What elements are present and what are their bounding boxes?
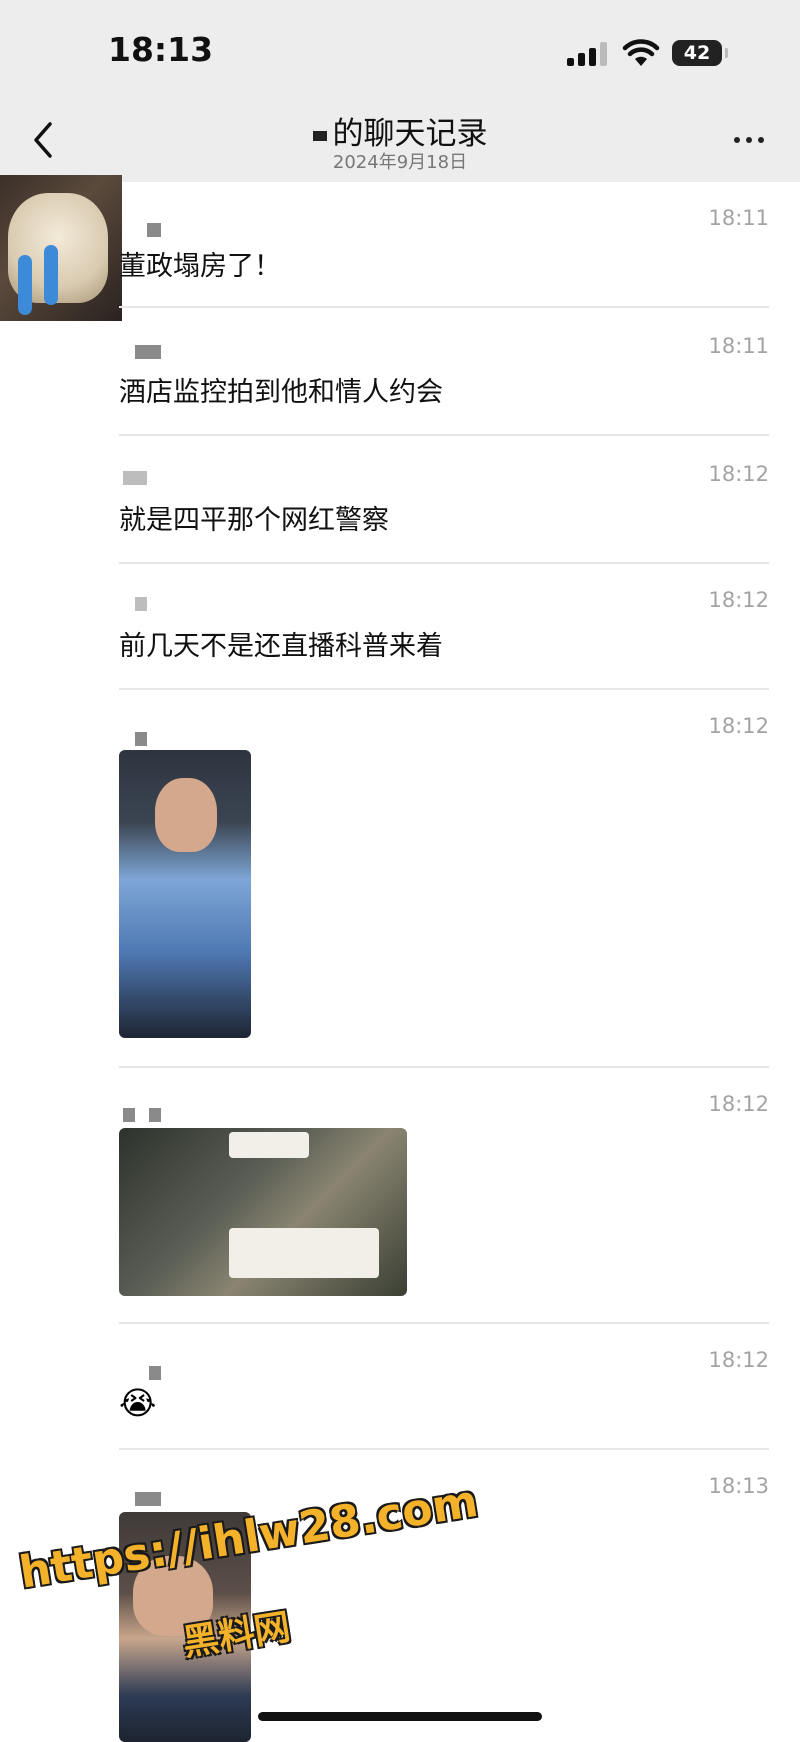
image-bed [229,1228,379,1278]
cellular-signal-icon [567,42,607,66]
wifi-icon [622,39,660,66]
message-item[interactable]: 18:11 董政塌房了！ [119,192,769,308]
page-subtitle: 2024年9月18日 [332,152,468,173]
tear-icon [18,255,32,315]
battery-icon: 42 [672,40,728,66]
message-item[interactable]: 18:12 [119,690,769,1068]
watermark: https://ihlw28.com 黑料网 [16,1476,481,1664]
nav-bar: 的聊天记录 2024年9月18日 [0,100,800,182]
more-options-button[interactable] [734,137,764,143]
message-time: 18:11 [708,206,769,230]
watermark-name: 黑料网 [180,1606,294,1665]
status-time: 18:13 [108,30,214,69]
message-text: 酒店监控拍到他和情人约会 [119,377,443,408]
message-item[interactable]: 18:12 前几天不是还直播科普来着 [119,564,769,690]
message-text: 就是四平那个网红警察 [119,505,389,536]
message-time: 18:12 [708,714,769,738]
sender-name-redacted [123,471,147,485]
sender-name-redacted [149,1108,161,1122]
message-item[interactable]: 18:12 [119,1068,769,1324]
dot-icon [758,137,764,143]
sender-name-redacted [147,223,161,237]
redacted-name [312,130,327,141]
message-text: 前几天不是还直播科普来着 [119,631,443,662]
image-bathtub [229,1132,309,1158]
message-time: 18:12 [708,462,769,486]
sender-name-redacted [135,345,161,359]
avatar[interactable] [0,175,122,321]
sender-name-redacted [135,1492,161,1506]
status-bar: 18:13 42 [0,0,800,100]
sender-name-redacted [135,597,147,611]
tear-icon [44,245,58,305]
message-image[interactable] [119,1128,407,1296]
crying-emoji: 😭 [119,1384,157,1422]
message-text: 董政塌房了！ [119,251,281,282]
dot-icon [734,137,740,143]
sender-name-redacted [149,1366,161,1380]
message-time: 18:12 [708,588,769,612]
image-person [155,778,217,852]
message-time: 18:11 [708,334,769,358]
message-item[interactable]: 18:12 就是四平那个网红警察 [119,436,769,564]
message-item[interactable]: 18:12 😭 [119,1324,769,1450]
message-time: 18:13 [708,1474,769,1498]
dot-icon [746,137,752,143]
message-image[interactable] [119,750,251,1038]
message-time: 18:12 [708,1092,769,1116]
page-title: 的聊天记录 [312,116,488,152]
sender-name-redacted [123,1108,135,1122]
message-time: 18:12 [708,1348,769,1372]
message-item[interactable]: 18:11 酒店监控拍到他和情人约会 [119,308,769,436]
sender-name-redacted [135,732,147,746]
home-indicator[interactable] [258,1712,542,1721]
page-title-text: 的聊天记录 [332,116,488,152]
